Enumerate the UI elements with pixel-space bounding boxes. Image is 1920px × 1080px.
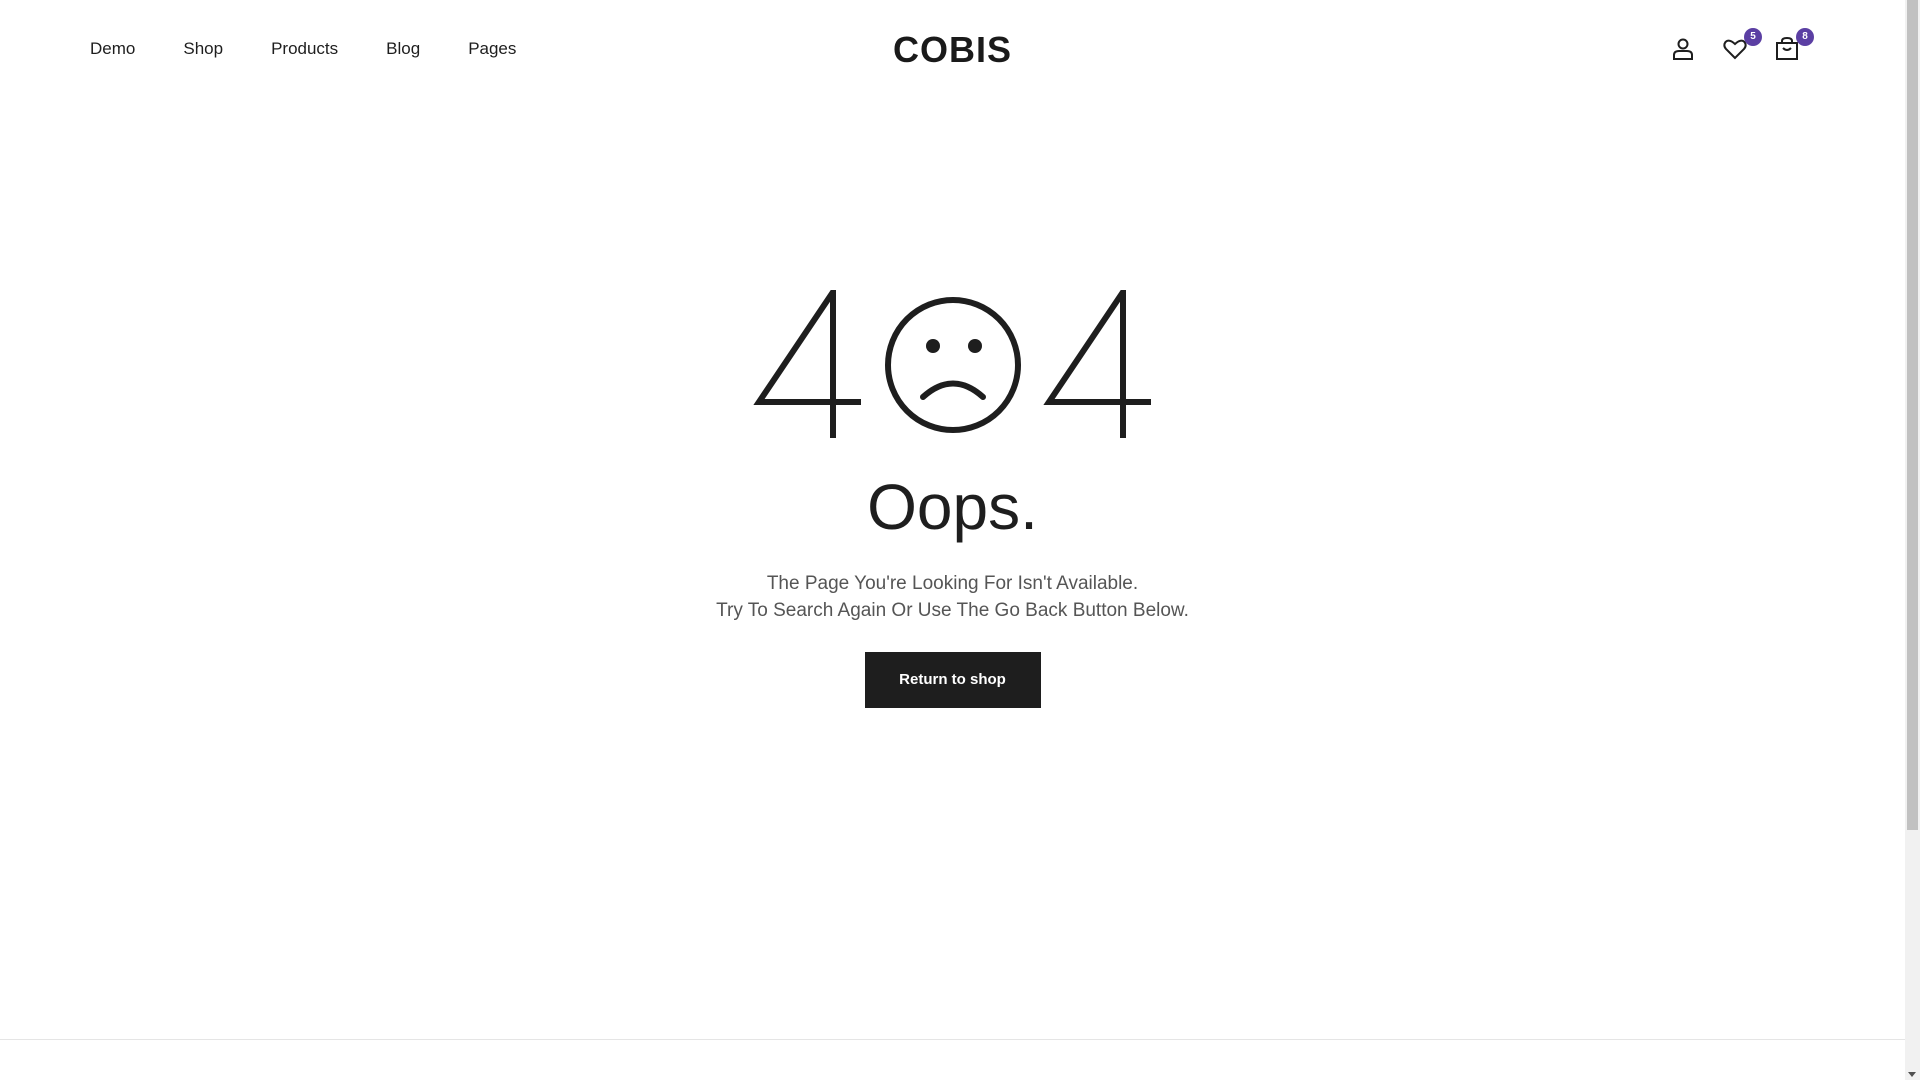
error-heading: Oops.: [867, 471, 1038, 543]
error-section: Oops. The Page You're Looking For Isn't …: [0, 290, 1905, 708]
site-logo[interactable]: COBIS: [893, 29, 1012, 70]
page-scrollbar[interactable]: [1905, 0, 1920, 1080]
nav-item-blog[interactable]: Blog: [386, 38, 420, 60]
return-to-shop-button[interactable]: Return to shop: [864, 652, 1041, 708]
cart-count-badge: 8: [1796, 28, 1814, 46]
site-header: Demo Shop Products Blog Pages COBIS 5 8: [0, 0, 1905, 100]
sad-face-icon: [884, 297, 1021, 433]
wishlist-button[interactable]: 5: [1722, 28, 1762, 62]
nav-item-shop[interactable]: Shop: [183, 38, 223, 60]
page: Demo Shop Products Blog Pages COBIS 5 8 …: [0, 0, 1905, 1080]
error-message-line-1: The Page You're Looking For Isn't Availa…: [766, 573, 1139, 594]
wishlist-count-badge: 5: [1744, 28, 1762, 46]
footer-divider: [0, 1039, 1905, 1040]
scrollbar-thumb[interactable]: [1907, 0, 1918, 830]
nav-item-pages[interactable]: Pages: [468, 38, 516, 60]
error-code: [0, 290, 1905, 440]
nav-item-products[interactable]: Products: [271, 38, 338, 60]
user-icon: [1673, 38, 1693, 60]
account-button[interactable]: [1670, 36, 1696, 62]
cart-button[interactable]: 8: [1774, 28, 1814, 62]
error-message-line-2: Try To Search Again Or Use The Go Back B…: [716, 600, 1189, 621]
error-message: The Page You're Looking For Isn't Availa…: [0, 570, 1905, 624]
nav-item-demo[interactable]: Demo: [90, 38, 135, 60]
error-digit-four-left: [752, 290, 861, 438]
main-nav: Demo Shop Products Blog Pages: [90, 38, 564, 60]
header-actions: 5 8: [1670, 28, 1814, 62]
scroll-down-arrow-icon[interactable]: [1908, 1072, 1916, 1077]
error-digit-four-right: [1042, 290, 1151, 438]
